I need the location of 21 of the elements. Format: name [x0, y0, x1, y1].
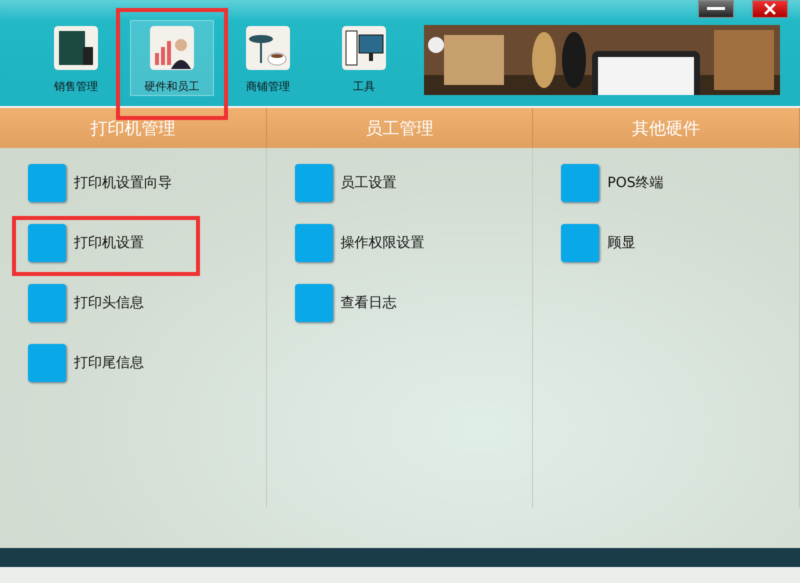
nav-tab[interactable]: 销售管理: [34, 20, 118, 96]
close-icon: [763, 3, 777, 15]
menu-item[interactable]: 员工设置: [278, 156, 453, 216]
chart-icon: [149, 25, 195, 71]
book-icon: [53, 25, 99, 71]
computer-icon: [341, 25, 387, 71]
nav-tab[interactable]: 工具: [322, 20, 406, 96]
minimize-icon: [707, 7, 725, 11]
cafe-table-icon: [245, 25, 291, 71]
menu-item[interactable]: 顾显: [545, 216, 692, 276]
nav-tab[interactable]: 硬件和员工: [130, 20, 214, 96]
menu-item[interactable]: 查看日志: [278, 276, 453, 336]
menu-item[interactable]: 打印头信息: [12, 276, 200, 336]
minimize-button[interactable]: [698, 0, 734, 18]
nav-tab[interactable]: 商铺管理: [226, 20, 310, 96]
menu-item[interactable]: 打印尾信息: [12, 336, 200, 396]
menu-item[interactable]: 打印机设置向导: [12, 156, 228, 216]
close-button[interactable]: [752, 0, 788, 18]
menu-item[interactable]: 操作权限设置: [278, 216, 481, 276]
menu-item[interactable]: 打印机设置: [12, 216, 200, 276]
menu-item[interactable]: POS终端: [545, 156, 720, 216]
